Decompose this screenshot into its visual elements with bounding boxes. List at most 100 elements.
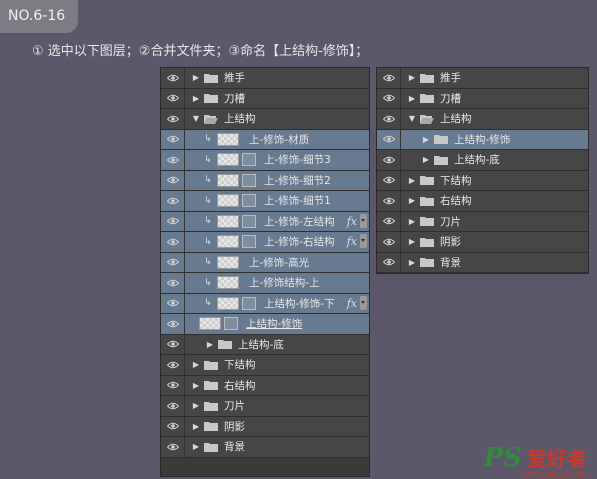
layer-thumbnail [199, 317, 221, 331]
visibility-eye-icon[interactable] [161, 109, 185, 129]
layer-row[interactable]: ▶ 右结构 [161, 375, 369, 396]
visibility-eye-icon[interactable] [377, 232, 401, 252]
chevron-right-icon[interactable]: ▶ [407, 258, 417, 267]
layer-content: ▶ 阴影 [185, 417, 369, 437]
layer-row[interactable]: ▶ 下结构 [161, 355, 369, 376]
layer-row[interactable]: ▶ 推手 [161, 68, 369, 89]
layer-row[interactable]: ▶ 阴影 [377, 232, 588, 253]
chevron-down-icon[interactable]: ▼ [407, 114, 417, 123]
visibility-eye-icon[interactable] [161, 273, 185, 293]
layer-row[interactable]: ↳ 上-修饰-细节2 [161, 170, 369, 191]
layer-row[interactable]: ▼ 上结构 [377, 109, 588, 130]
visibility-eye-icon[interactable] [161, 252, 185, 272]
layer-row[interactable]: ▶ 刀片 [377, 211, 588, 232]
effects-fx-icon[interactable]: fx [347, 297, 357, 310]
effects-fx-icon[interactable]: fx [347, 215, 357, 228]
folder-icon [420, 257, 434, 268]
layer-row[interactable]: ▶ 刀槽 [161, 88, 369, 109]
layer-row[interactable]: ↳ 上-修饰-材质 [161, 129, 369, 150]
effects-toggle-icon[interactable] [360, 295, 367, 310]
layer-row[interactable]: ↳ 上-修饰-细节1 [161, 191, 369, 212]
visibility-eye-icon[interactable] [161, 88, 185, 108]
chevron-right-icon[interactable]: ▶ [205, 340, 215, 349]
layer-row[interactable]: ↳ 上结构-修饰-下 fx [161, 293, 369, 314]
layer-row[interactable]: ↳ 上-修饰-右结构 fx [161, 232, 369, 253]
layer-row[interactable]: ▶ 上结构-底 [377, 150, 588, 171]
visibility-eye-icon[interactable] [161, 355, 185, 375]
clipping-mask-icon: ↳ [204, 216, 212, 227]
chevron-right-icon[interactable]: ▶ [191, 94, 201, 103]
chevron-right-icon[interactable]: ▶ [191, 360, 201, 369]
chevron-right-icon[interactable]: ▶ [191, 442, 201, 451]
layer-row[interactable]: 上结构-修饰 [161, 314, 369, 335]
chevron-right-icon[interactable]: ▶ [421, 155, 431, 164]
visibility-eye-icon[interactable] [161, 150, 185, 170]
visibility-eye-icon[interactable] [377, 211, 401, 231]
visibility-eye-icon[interactable] [161, 375, 185, 395]
layer-content: ↳ 上-修饰-左结构 [185, 212, 369, 232]
layer-thumbnail [217, 132, 239, 146]
visibility-eye-icon[interactable] [377, 191, 401, 211]
visibility-eye-icon[interactable] [377, 109, 401, 129]
visibility-eye-icon[interactable] [161, 170, 185, 190]
visibility-eye-icon[interactable] [377, 252, 401, 272]
chevron-right-icon[interactable]: ▶ [191, 422, 201, 431]
visibility-eye-icon[interactable] [377, 88, 401, 108]
layer-row[interactable]: ▶ 推手 [377, 68, 588, 89]
chevron-right-icon[interactable]: ▶ [407, 237, 417, 246]
layer-row[interactable]: ▶ 右结构 [377, 191, 588, 212]
clipping-mask-icon: ↳ [204, 154, 212, 165]
chevron-right-icon[interactable]: ▶ [407, 176, 417, 185]
chevron-right-icon[interactable]: ▶ [421, 135, 431, 144]
effects-toggle-icon[interactable] [360, 234, 367, 248]
visibility-eye-icon[interactable] [377, 129, 401, 149]
visibility-eye-icon[interactable] [377, 150, 401, 170]
layer-row[interactable]: ↳ 上-修饰-细节3 [161, 150, 369, 171]
chevron-right-icon[interactable]: ▶ [407, 94, 417, 103]
visibility-eye-icon[interactable] [161, 211, 185, 231]
layer-row[interactable]: ▶ 上结构-底 [161, 334, 369, 355]
chevron-right-icon[interactable]: ▶ [407, 196, 417, 205]
instruction-text: ① 选中以下图层；②合并文件夹；③命名【上结构-修饰】； [32, 44, 369, 59]
layer-row[interactable]: ▶ 上结构-修饰 [377, 129, 588, 150]
layer-row[interactable]: ▼ 上结构 [161, 109, 369, 130]
visibility-eye-icon[interactable] [161, 293, 185, 313]
layer-row[interactable]: ▶ 阴影 [161, 416, 369, 437]
chevron-right-icon[interactable]: ▶ [407, 217, 417, 226]
layer-thumbnail [217, 296, 239, 310]
layer-name: 上-修饰-高光 [249, 256, 310, 269]
layer-row[interactable]: ▶ 刀片 [161, 396, 369, 417]
visibility-eye-icon[interactable] [161, 191, 185, 211]
chevron-down-icon[interactable]: ▼ [191, 114, 201, 123]
visibility-eye-icon[interactable] [377, 170, 401, 190]
visibility-eye-icon[interactable] [161, 396, 185, 416]
layer-content: ▼ 上结构 [185, 109, 369, 129]
clipping-mask-icon: ↳ [204, 134, 212, 145]
layer-row[interactable]: ↳ 上-修饰-高光 [161, 252, 369, 273]
layer-row[interactable]: ▶ 背景 [161, 437, 369, 458]
chevron-right-icon[interactable]: ▶ [191, 381, 201, 390]
watermark-url: www.psahz.com [522, 470, 587, 479]
effects-fx-icon[interactable]: fx [347, 235, 357, 248]
visibility-eye-icon[interactable] [161, 129, 185, 149]
folder-icon [204, 93, 218, 104]
clipping-mask-icon: ↳ [204, 175, 212, 186]
layer-row[interactable]: ↳ 上-修饰-左结构 fx [161, 211, 369, 232]
visibility-eye-icon[interactable] [161, 437, 185, 457]
chevron-right-icon[interactable]: ▶ [191, 401, 201, 410]
visibility-eye-icon[interactable] [161, 68, 185, 88]
layer-row[interactable]: ▶ 刀槽 [377, 88, 588, 109]
layer-content: ▶ 右结构 [185, 376, 369, 396]
layer-row[interactable]: ▶ 背景 [377, 252, 588, 273]
chevron-right-icon[interactable]: ▶ [191, 73, 201, 82]
effects-toggle-icon[interactable] [360, 213, 367, 228]
chevron-right-icon[interactable]: ▶ [407, 73, 417, 82]
visibility-eye-icon[interactable] [161, 314, 185, 334]
layer-row[interactable]: ↳ 上-修饰结构-上 [161, 273, 369, 294]
visibility-eye-icon[interactable] [377, 68, 401, 88]
visibility-eye-icon[interactable] [161, 334, 185, 354]
layer-row[interactable]: ▶ 下结构 [377, 170, 588, 191]
visibility-eye-icon[interactable] [161, 232, 185, 252]
visibility-eye-icon[interactable] [161, 416, 185, 436]
layer-mask-thumbnail [242, 173, 256, 187]
